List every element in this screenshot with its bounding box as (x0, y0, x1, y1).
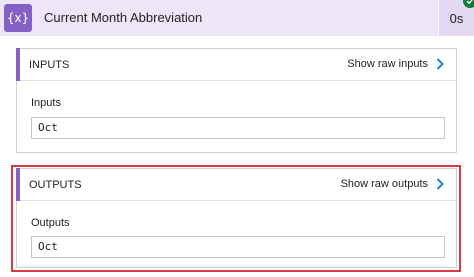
inputs-value-field[interactable]: Oct (31, 117, 445, 139)
chevron-right-icon (436, 178, 444, 190)
show-raw-inputs-link[interactable]: Show raw inputs (347, 58, 444, 70)
outputs-field-label: Outputs (31, 217, 70, 229)
svg-text:{x}: {x} (8, 11, 28, 25)
inputs-title: INPUTS (29, 59, 70, 71)
expression-braces-icon: {x} (4, 4, 32, 32)
outputs-title: OUTPUTS (29, 179, 82, 191)
inputs-card-header: INPUTS Show raw inputs (16, 48, 456, 81)
outputs-value-field[interactable]: Oct (31, 236, 445, 258)
outputs-card: OUTPUTS Show raw outputs Outputs Oct (16, 168, 457, 268)
outputs-card-header: OUTPUTS Show raw outputs (16, 168, 456, 201)
show-raw-inputs-label: Show raw inputs (347, 58, 428, 70)
outputs-accent-bar (16, 168, 20, 201)
show-raw-outputs-label: Show raw outputs (340, 178, 428, 190)
action-header[interactable]: {x} Current Month Abbreviation 0s (0, 0, 474, 36)
chevron-right-icon (436, 58, 444, 70)
show-raw-outputs-link[interactable]: Show raw outputs (341, 178, 444, 190)
inputs-card: INPUTS Show raw inputs Inputs Oct (16, 48, 457, 153)
inputs-field-label: Inputs (31, 97, 61, 109)
action-title: Current Month Abbreviation (44, 10, 203, 25)
inputs-accent-bar (16, 48, 20, 81)
